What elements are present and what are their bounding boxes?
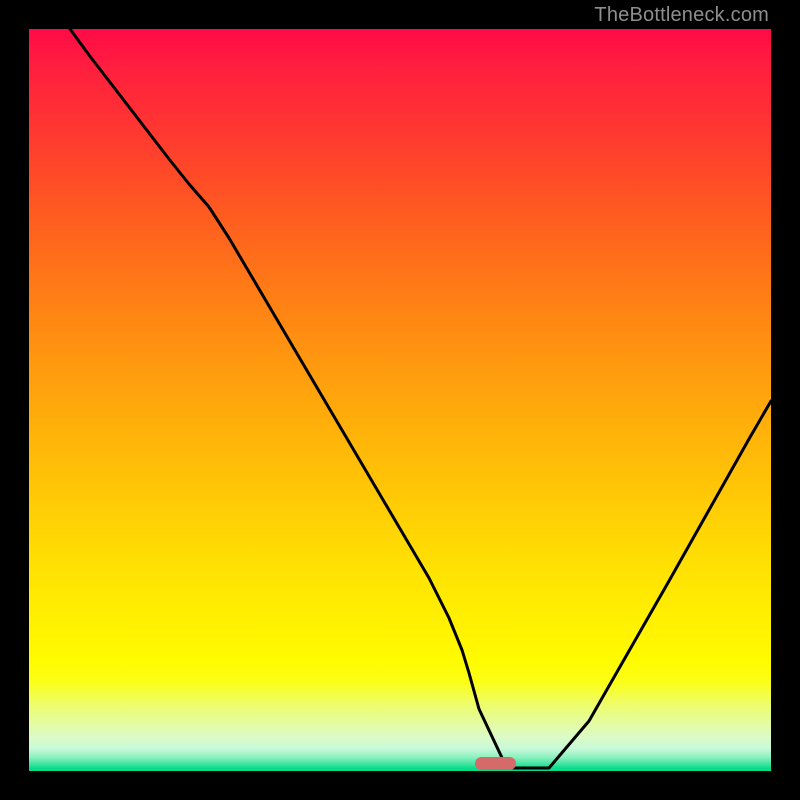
watermark-text: TheBottleneck.com	[594, 4, 769, 27]
bottleneck-curve	[29, 29, 771, 771]
optimum-marker	[475, 757, 516, 770]
plot-area	[29, 29, 771, 771]
